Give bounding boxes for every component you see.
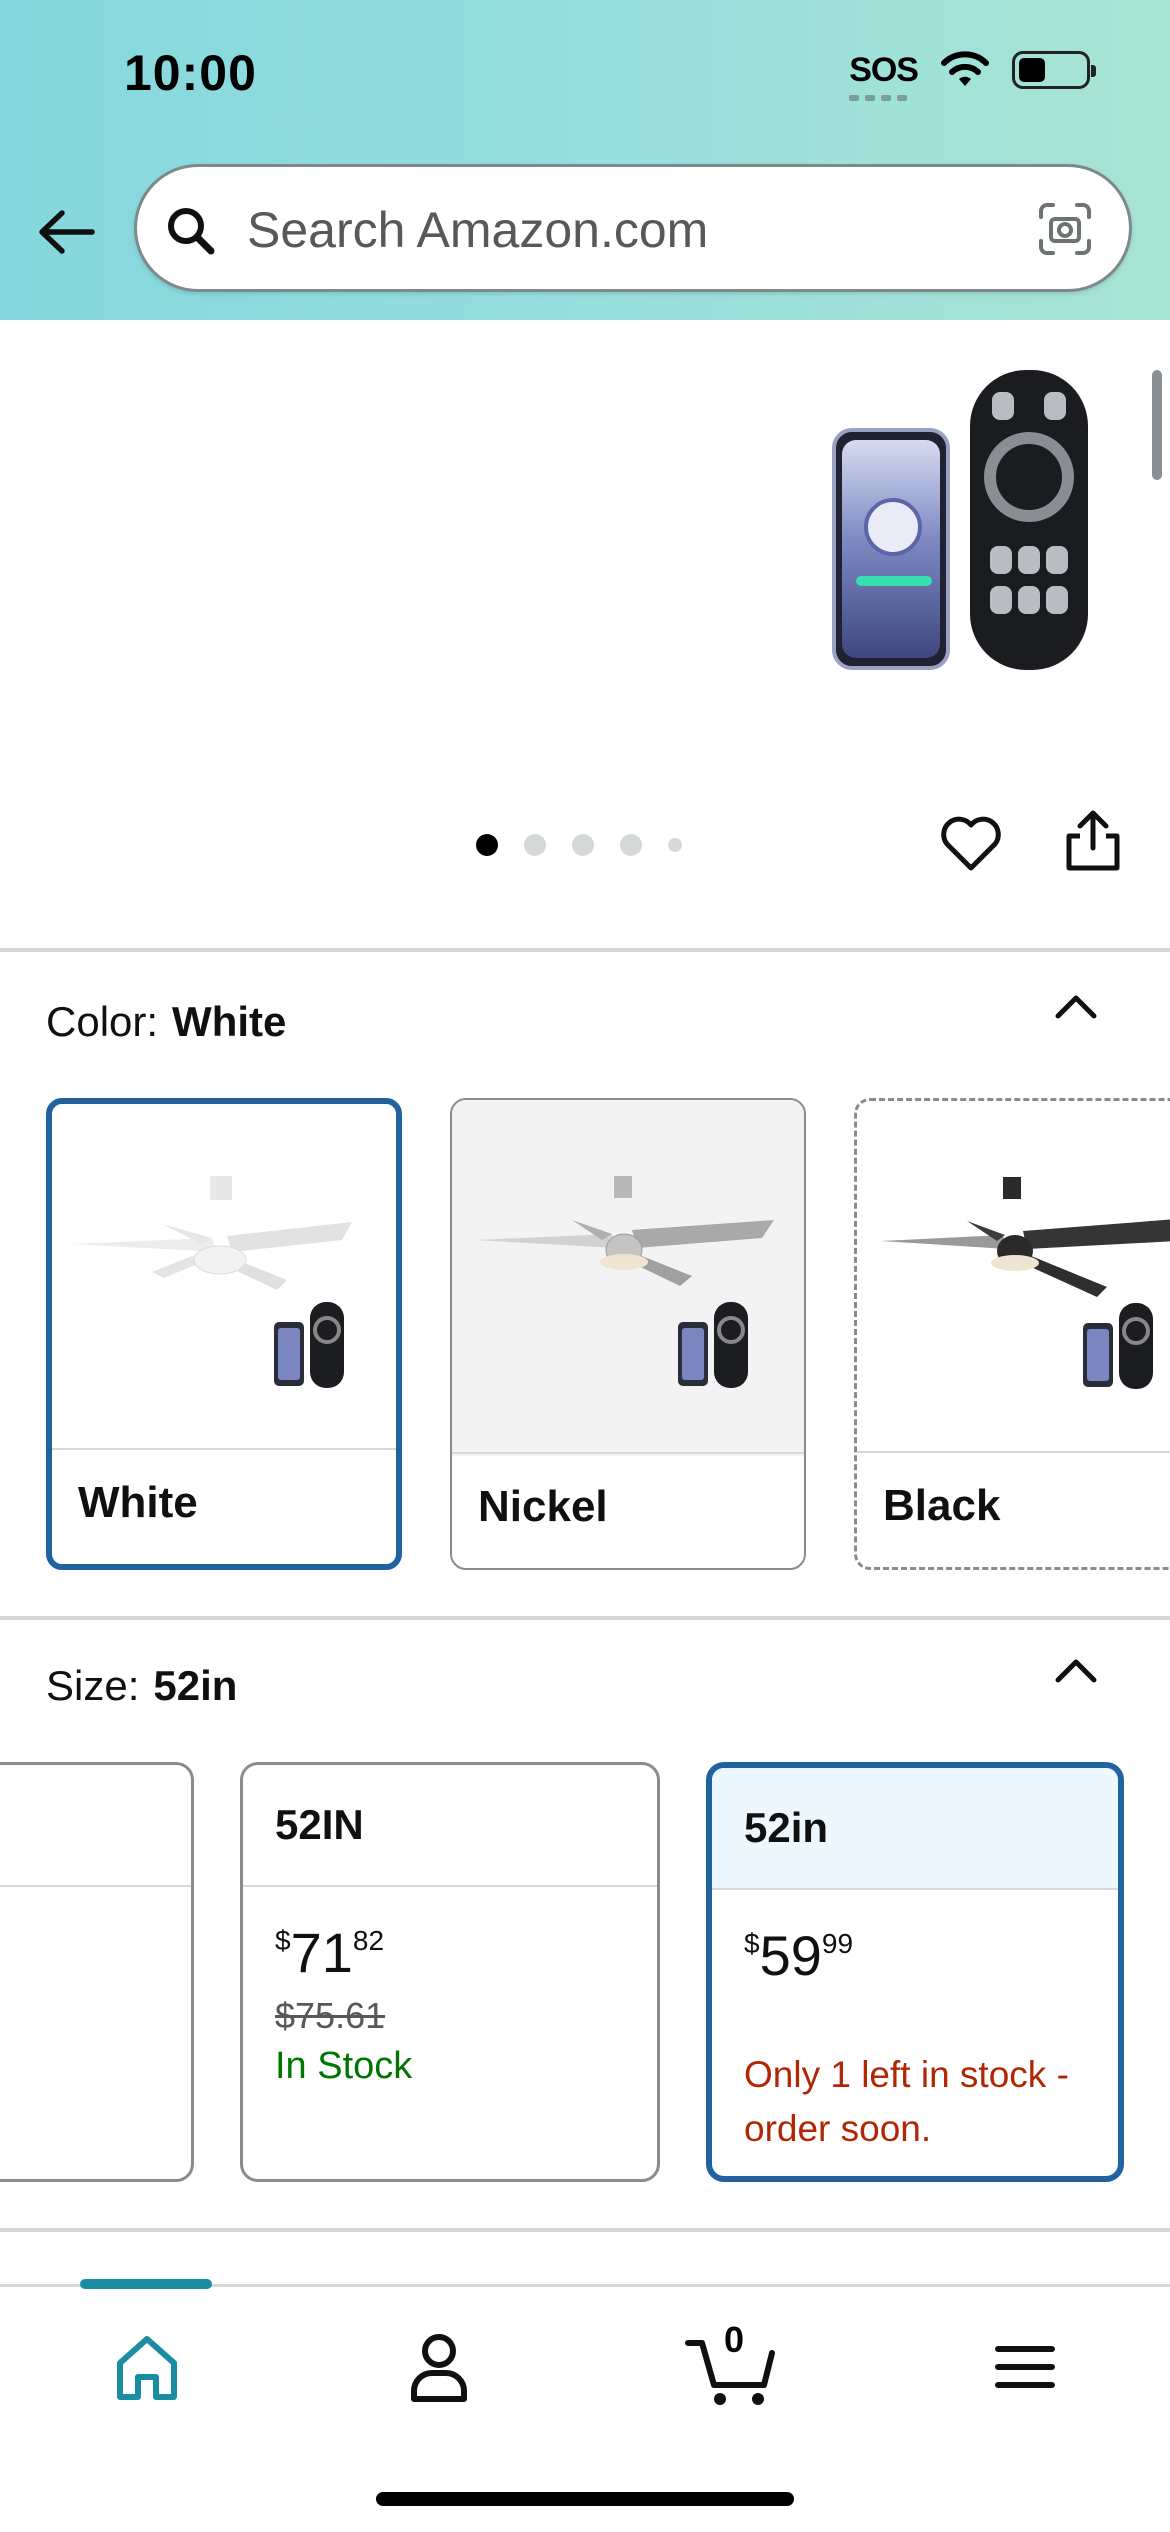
scrollbar[interactable] (1152, 370, 1162, 480)
search-input[interactable] (247, 193, 1047, 267)
gallery-dot-2[interactable] (524, 834, 546, 856)
size-option-name: 52IN (243, 1765, 657, 1887)
product-image-remote (970, 370, 1088, 670)
camera-scan-icon[interactable] (1035, 199, 1095, 259)
size-option-52in[interactable]: 52in $5999 Only 1 left in stock - order … (706, 1762, 1124, 2182)
sos-indicator: SOS (849, 50, 919, 101)
arrow-left-icon (39, 210, 95, 254)
chevron-up-icon[interactable] (1052, 1656, 1100, 1686)
size-option-name: 52in (712, 1768, 1118, 1890)
chevron-up-icon[interactable] (1052, 992, 1100, 1022)
section-divider (0, 1616, 1170, 1620)
section-divider (0, 948, 1170, 952)
color-label-text: Color: (46, 998, 159, 1045)
currency-symbol: $ (275, 1925, 291, 1956)
color-option-nickel[interactable]: Nickel (450, 1098, 806, 1570)
size-option-partial[interactable] (0, 1762, 194, 2182)
size-selected-value: 52in (153, 1662, 238, 1709)
heart-icon[interactable] (938, 810, 1004, 876)
nav-active-indicator (80, 2279, 212, 2289)
size-label-text: Size: (46, 1662, 140, 1709)
gallery-dot-4[interactable] (620, 834, 642, 856)
search-icon (168, 208, 215, 255)
cart-count: 0 (724, 2319, 745, 2360)
color-option-label: Nickel (452, 1452, 804, 1568)
color-label: Color: White (46, 998, 286, 1046)
size-option-price: $7182 (275, 1925, 637, 1981)
product-page: 10:00 SOS Search Amazon.com Color: White… (0, 0, 1170, 2532)
size-label: Size: 52in (46, 1662, 237, 1710)
wifi-icon (941, 51, 989, 86)
price-fraction: 82 (352, 1925, 385, 1956)
signal-dots (849, 94, 908, 101)
gallery-dot-1[interactable] (476, 834, 498, 856)
home-icon[interactable] (102, 2327, 192, 2407)
list-price: $75.61 (275, 1995, 386, 2036)
gallery-pagination[interactable] (476, 834, 682, 856)
status-time: 10:00 (124, 45, 257, 101)
price-whole: 71 (290, 1921, 353, 1984)
color-selected-value: White (172, 998, 287, 1045)
color-option-black[interactable]: Black (854, 1098, 1170, 1570)
header: 10:00 SOS (0, 0, 1170, 320)
menu-icon[interactable] (980, 2327, 1070, 2407)
price-whole: 59 (759, 1924, 822, 1987)
fan-nickel-thumbnail (452, 1100, 804, 1456)
currency-symbol: $ (744, 1928, 760, 1959)
size-option-price: $5999 (744, 1928, 1098, 1984)
availability-in-stock: In Stock (275, 2045, 413, 2087)
color-option-label: White (52, 1448, 396, 1564)
product-image-gallery[interactable] (0, 320, 1170, 950)
sos-label: SOS (849, 50, 919, 89)
home-indicator (376, 2492, 794, 2506)
gallery-dot-5[interactable] (668, 838, 682, 852)
section-divider (0, 2228, 1170, 2232)
gallery-dot-3[interactable] (572, 834, 594, 856)
fan-black-thumbnail (857, 1101, 1170, 1457)
share-icon[interactable] (1062, 808, 1124, 874)
product-image-phone-app (832, 428, 950, 670)
price-fraction: 99 (821, 1928, 854, 1959)
availability-low-stock: Only 1 left in stock - order soon. (744, 2054, 1069, 2149)
status-icons: SOS (849, 50, 1096, 101)
size-option-header (0, 1765, 191, 1887)
cart-button[interactable]: 0 (684, 2319, 784, 2407)
color-option-label: Black (857, 1451, 1170, 1567)
color-option-white[interactable]: White (46, 1098, 402, 1570)
battery-icon (1012, 51, 1096, 89)
search-bar[interactable] (134, 164, 1132, 292)
account-icon[interactable] (394, 2327, 484, 2407)
back-button[interactable] (30, 196, 102, 268)
size-option-52IN[interactable]: 52IN $7182 $75.61 In Stock (240, 1762, 660, 2182)
fan-white-thumbnail (52, 1104, 396, 1460)
